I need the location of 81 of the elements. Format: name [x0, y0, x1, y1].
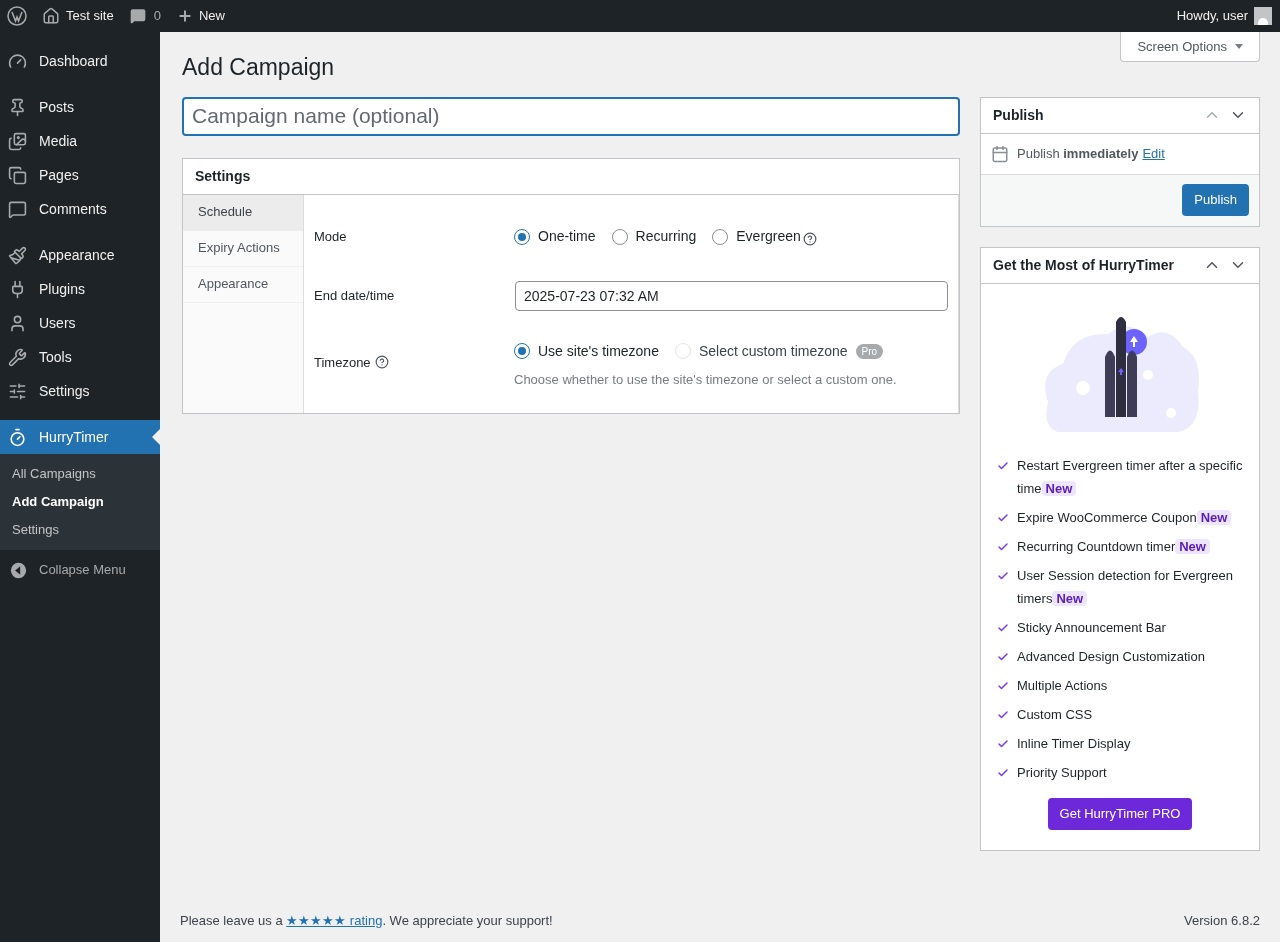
end-date-field[interactable]: 2025-07-23 07:32 AM	[515, 280, 948, 311]
radio-label[interactable]: Recurring	[635, 226, 697, 247]
user-icon	[8, 313, 27, 333]
feature-text: Sticky Announcement Bar	[1017, 618, 1167, 637]
plus-icon[interactable]	[176, 8, 193, 24]
publish-status: Publish immediately	[1017, 144, 1139, 163]
comment-count: 0	[153, 7, 161, 26]
pages-icon	[8, 165, 27, 185]
check-icon	[997, 569, 1009, 582]
timer-icon	[8, 427, 27, 447]
check-icon	[997, 459, 1009, 472]
help-icon[interactable]	[374, 355, 389, 370]
publish-button[interactable]: Publish	[1182, 184, 1249, 216]
paintbrush-icon	[8, 245, 27, 265]
feature-text: Custom CSS	[1017, 705, 1094, 724]
check-icon	[997, 708, 1009, 721]
sidebar-item[interactable]: Appearance	[0, 238, 160, 272]
menu-pointer	[152, 429, 160, 445]
check-icon	[997, 679, 1009, 692]
sidebar-item[interactable]: Comments	[0, 192, 160, 226]
feature-text: Multiple Actions	[1017, 676, 1109, 695]
sidebar-item[interactable]: Users	[0, 306, 160, 340]
settings-title: Settings	[183, 158, 959, 195]
check-icon	[997, 540, 1009, 553]
sidebar-item[interactable]: Plugins	[0, 272, 160, 306]
radio-label[interactable]: One-time	[538, 226, 596, 247]
images-icon	[8, 131, 27, 151]
settings-tab[interactable]: Schedule	[183, 194, 303, 231]
get-pro-button[interactable]: Get HurryTimer PRO	[1047, 797, 1193, 830]
panel-title: Publish	[993, 105, 1044, 125]
field-label: Mode	[314, 227, 348, 246]
collapse-icon[interactable]	[10, 561, 27, 579]
submenu-item[interactable]: Settings	[0, 516, 160, 544]
check-icon	[997, 511, 1009, 524]
sliders-icon	[8, 381, 27, 401]
feature-text: Recurring Countdown timer New	[1017, 534, 1249, 558]
edit-link[interactable]: Edit	[1142, 143, 1165, 164]
pro-badge: Pro	[855, 343, 884, 359]
sidebar-item[interactable]: HurryTimer	[0, 420, 160, 454]
sidebar-item[interactable]: Dashboard	[0, 44, 160, 78]
screen-options-button[interactable]: Screen Options	[1120, 32, 1260, 62]
footer-text: Please leave us a ★★★★★ rating. We appreciate your support!	[180, 911, 553, 930]
check-icon	[997, 621, 1009, 634]
new-link[interactable]: New	[198, 6, 225, 26]
radio-label[interactable]: Use site's timezone	[538, 340, 659, 362]
panel-title: Get the Most of HurryTimer	[993, 255, 1174, 275]
speech-bubble-icon	[8, 199, 27, 219]
feature-text: User Session detection for Evergreen timers New	[1017, 566, 1235, 608]
sidebar-item[interactable]: Settings	[0, 374, 160, 408]
home-icon[interactable]	[42, 7, 60, 25]
check-icon	[997, 766, 1009, 779]
feature-text: Priority Support	[1017, 763, 1108, 782]
campaign-name-field[interactable]: Campaign name (optional)	[182, 96, 960, 136]
feature-text: Expire WooCommerce Coupon New	[1017, 505, 1249, 529]
feature-text: Restart Evergreen timer after a specific time New	[1017, 456, 1244, 498]
sidebar-item[interactable]: Tools	[0, 340, 160, 374]
gauge-icon	[8, 51, 27, 71]
field-label: Timezone	[314, 353, 371, 372]
wordpress-logo-icon[interactable]	[7, 6, 27, 26]
calendar-icon	[991, 144, 1009, 163]
sidebar-item[interactable]: Pages	[0, 158, 160, 192]
collapse-menu-label[interactable]: Collapse Menu	[39, 560, 126, 580]
feature-text: Advanced Design Customization	[1017, 647, 1206, 666]
feature-text: Inline Timer Display	[1017, 734, 1132, 753]
version-text: Version 6.8.2	[1184, 911, 1260, 930]
field-label: End date/time	[314, 286, 396, 305]
greeting-link[interactable]: Howdy, user	[1176, 6, 1248, 26]
check-icon	[997, 650, 1009, 663]
radio-label[interactable]: Evergreen	[736, 226, 801, 247]
wrench-icon	[8, 347, 27, 367]
speech-bubble-icon[interactable]	[129, 8, 146, 24]
timezone-hint: Choose whether to use the site's timezone or select a custom one.	[514, 370, 897, 389]
pin-icon	[8, 97, 27, 117]
sidebar-item[interactable]: Media	[0, 124, 160, 158]
site-link[interactable]: Test site	[66, 6, 114, 26]
submenu-item[interactable]: All Campaigns	[0, 460, 160, 488]
help-icon[interactable]	[802, 231, 817, 246]
sidebar-item[interactable]: Posts	[0, 90, 160, 124]
check-icon	[997, 737, 1009, 750]
page-title: Add Campaign	[182, 53, 335, 82]
submenu-item[interactable]: Add Campaign	[0, 488, 160, 516]
